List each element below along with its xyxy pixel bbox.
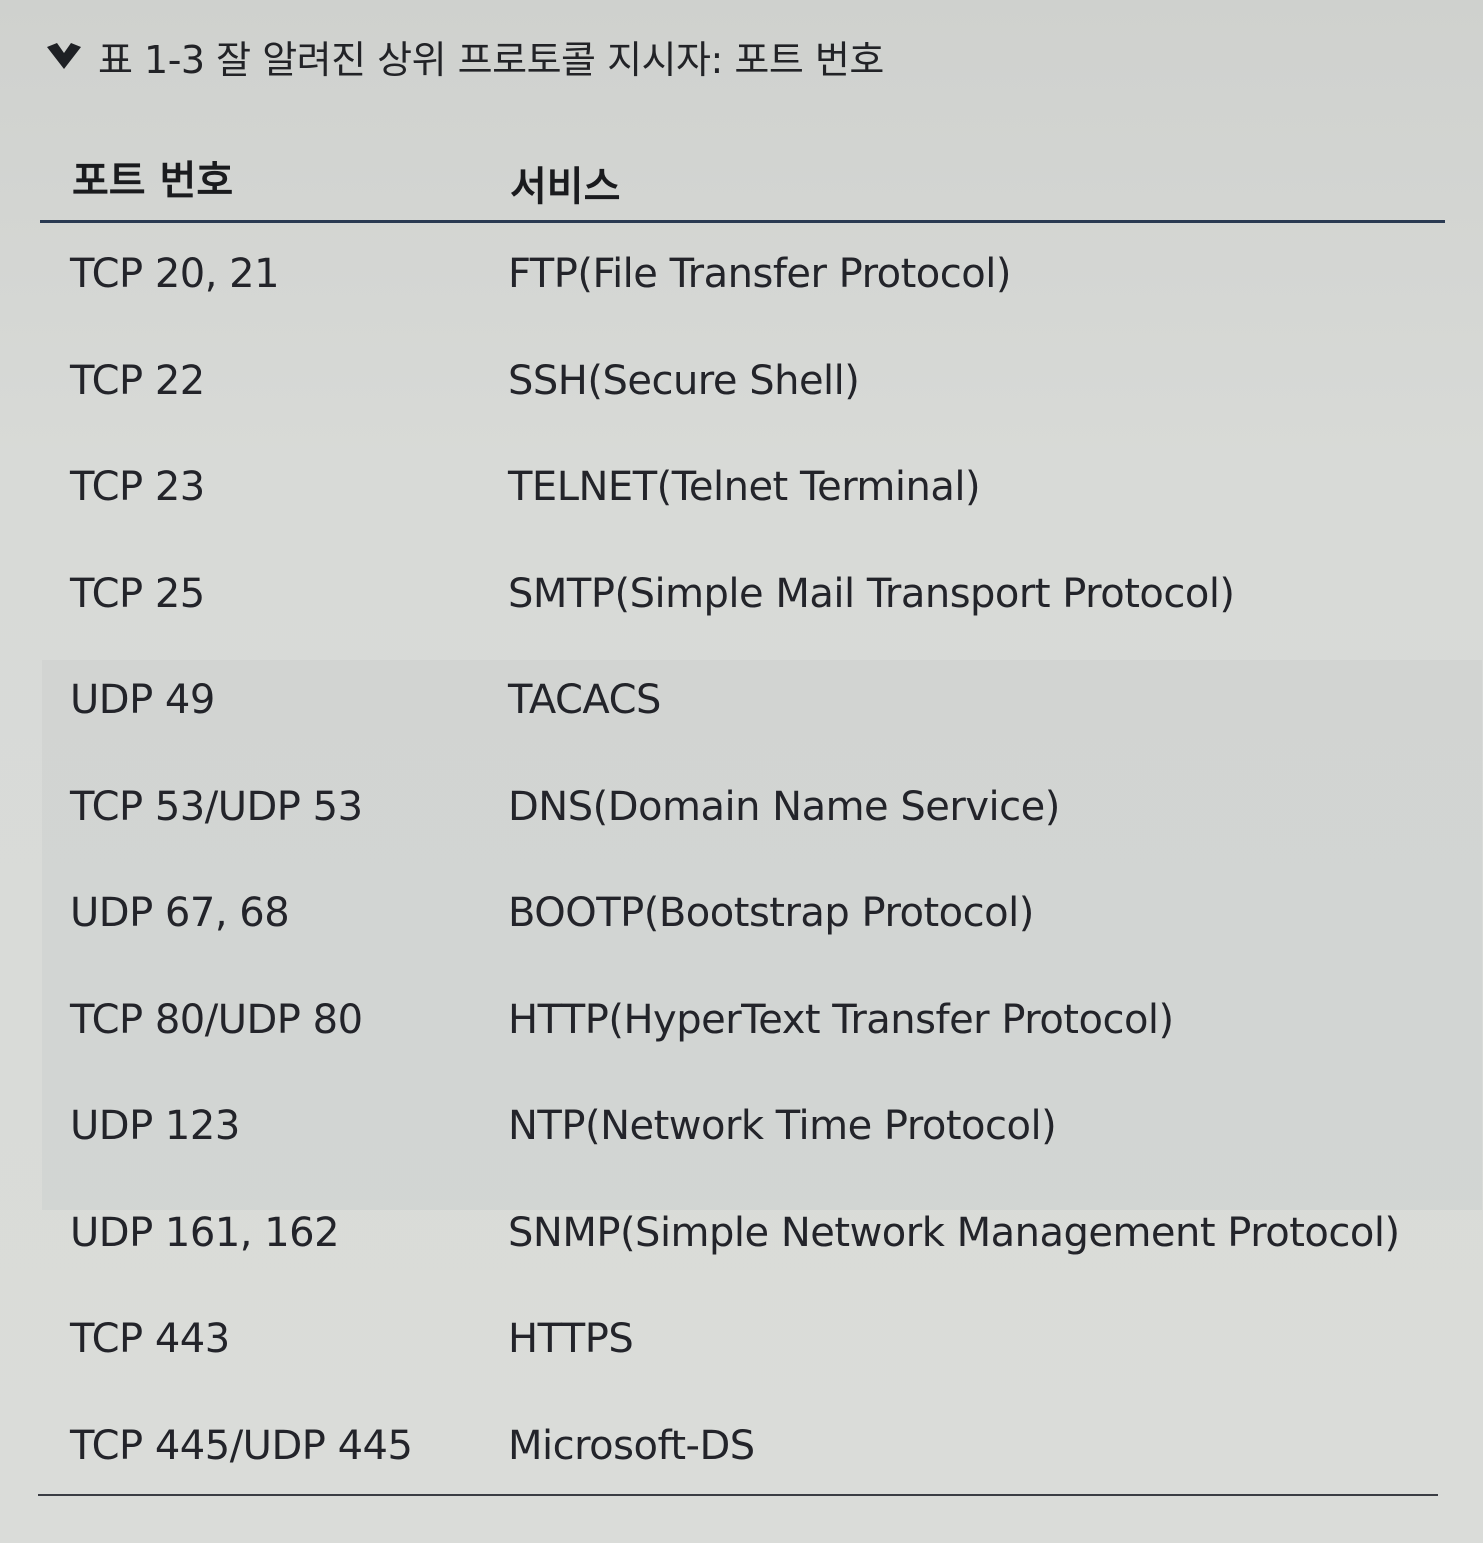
table-row: TCP 23 TELNET(Telnet Terminal) — [40, 436, 1445, 543]
table-row: TCP 445/UDP 445 Microsoft-DS — [40, 1395, 1445, 1502]
service-cell: NTP(Network Time Protocol) — [508, 1103, 1057, 1149]
service-cell: SSH(Secure Shell) — [508, 357, 860, 404]
port-cell: TCP 443 — [70, 1316, 230, 1362]
header-service: 서비스 — [510, 164, 621, 210]
port-cell: UDP 49 — [70, 677, 215, 723]
service-cell: SNMP(Simple Network Management Protocol) — [508, 1209, 1400, 1256]
port-table: 포트 번호 서비스 TCP 20, 21 FTP(File Transfer P… — [40, 120, 1445, 1501]
service-cell: HTTPS — [508, 1316, 634, 1362]
table-body: TCP 20, 21 FTP(File Transfer Protocol) T… — [40, 223, 1445, 1501]
document-page: 표 1-3 잘 알려진 상위 프로토콜 지시자: 포트 번호 포트 번호 서비스… — [0, 0, 1483, 1543]
service-cell: Microsoft-DS — [508, 1422, 755, 1469]
table-row: UDP 67, 68 BOOTP(Bootstrap Protocol) — [40, 862, 1445, 969]
service-cell: BOOTP(Bootstrap Protocol) — [508, 890, 1034, 936]
service-cell: SMTP(Simple Mail Transport Protocol) — [508, 570, 1235, 617]
service-cell: TACACS — [508, 677, 661, 723]
port-cell: TCP 22 — [70, 357, 205, 404]
table-row: TCP 22 SSH(Secure Shell) — [40, 330, 1445, 437]
port-cell: TCP 80/UDP 80 — [70, 996, 363, 1043]
port-cell: TCP 53/UDP 53 — [70, 783, 363, 830]
table-bottom-rule — [38, 1494, 1438, 1496]
table-header: 포트 번호 서비스 — [40, 120, 1445, 223]
header-port: 포트 번호 — [72, 158, 234, 204]
table-row: TCP 80/UDP 80 HTTP(HyperText Transfer Pr… — [40, 969, 1445, 1076]
service-cell: DNS(Domain Name Service) — [508, 783, 1060, 830]
port-cell: TCP 25 — [70, 570, 205, 617]
caption-text: 표 1-3 잘 알려진 상위 프로토콜 지시자: 포트 번호 — [98, 37, 884, 82]
table-caption: 표 1-3 잘 알려진 상위 프로토콜 지시자: 포트 번호 — [44, 28, 884, 84]
port-cell: UDP 67, 68 — [70, 890, 290, 936]
service-cell: TELNET(Telnet Terminal) — [508, 464, 981, 510]
service-cell: FTP(File Transfer Protocol) — [508, 251, 1011, 297]
table-row: TCP 25 SMTP(Simple Mail Transport Protoc… — [40, 543, 1445, 650]
port-cell: TCP 445/UDP 445 — [70, 1422, 413, 1469]
port-cell: TCP 23 — [70, 464, 205, 510]
table-row: TCP 53/UDP 53 DNS(Domain Name Service) — [40, 756, 1445, 863]
port-cell: UDP 123 — [70, 1103, 240, 1149]
table-row: UDP 49 TACACS — [40, 649, 1445, 756]
port-cell: TCP 20, 21 — [70, 251, 280, 297]
service-cell: HTTP(HyperText Transfer Protocol) — [508, 996, 1174, 1043]
table-row: UDP 123 NTP(Network Time Protocol) — [40, 1075, 1445, 1182]
table-row: TCP 20, 21 FTP(File Transfer Protocol) — [40, 223, 1445, 330]
port-cell: UDP 161, 162 — [70, 1209, 340, 1256]
table-row: TCP 443 HTTPS — [40, 1288, 1445, 1395]
chevron-down-icon — [44, 36, 84, 76]
table-row: UDP 161, 162 SNMP(Simple Network Managem… — [40, 1182, 1445, 1289]
